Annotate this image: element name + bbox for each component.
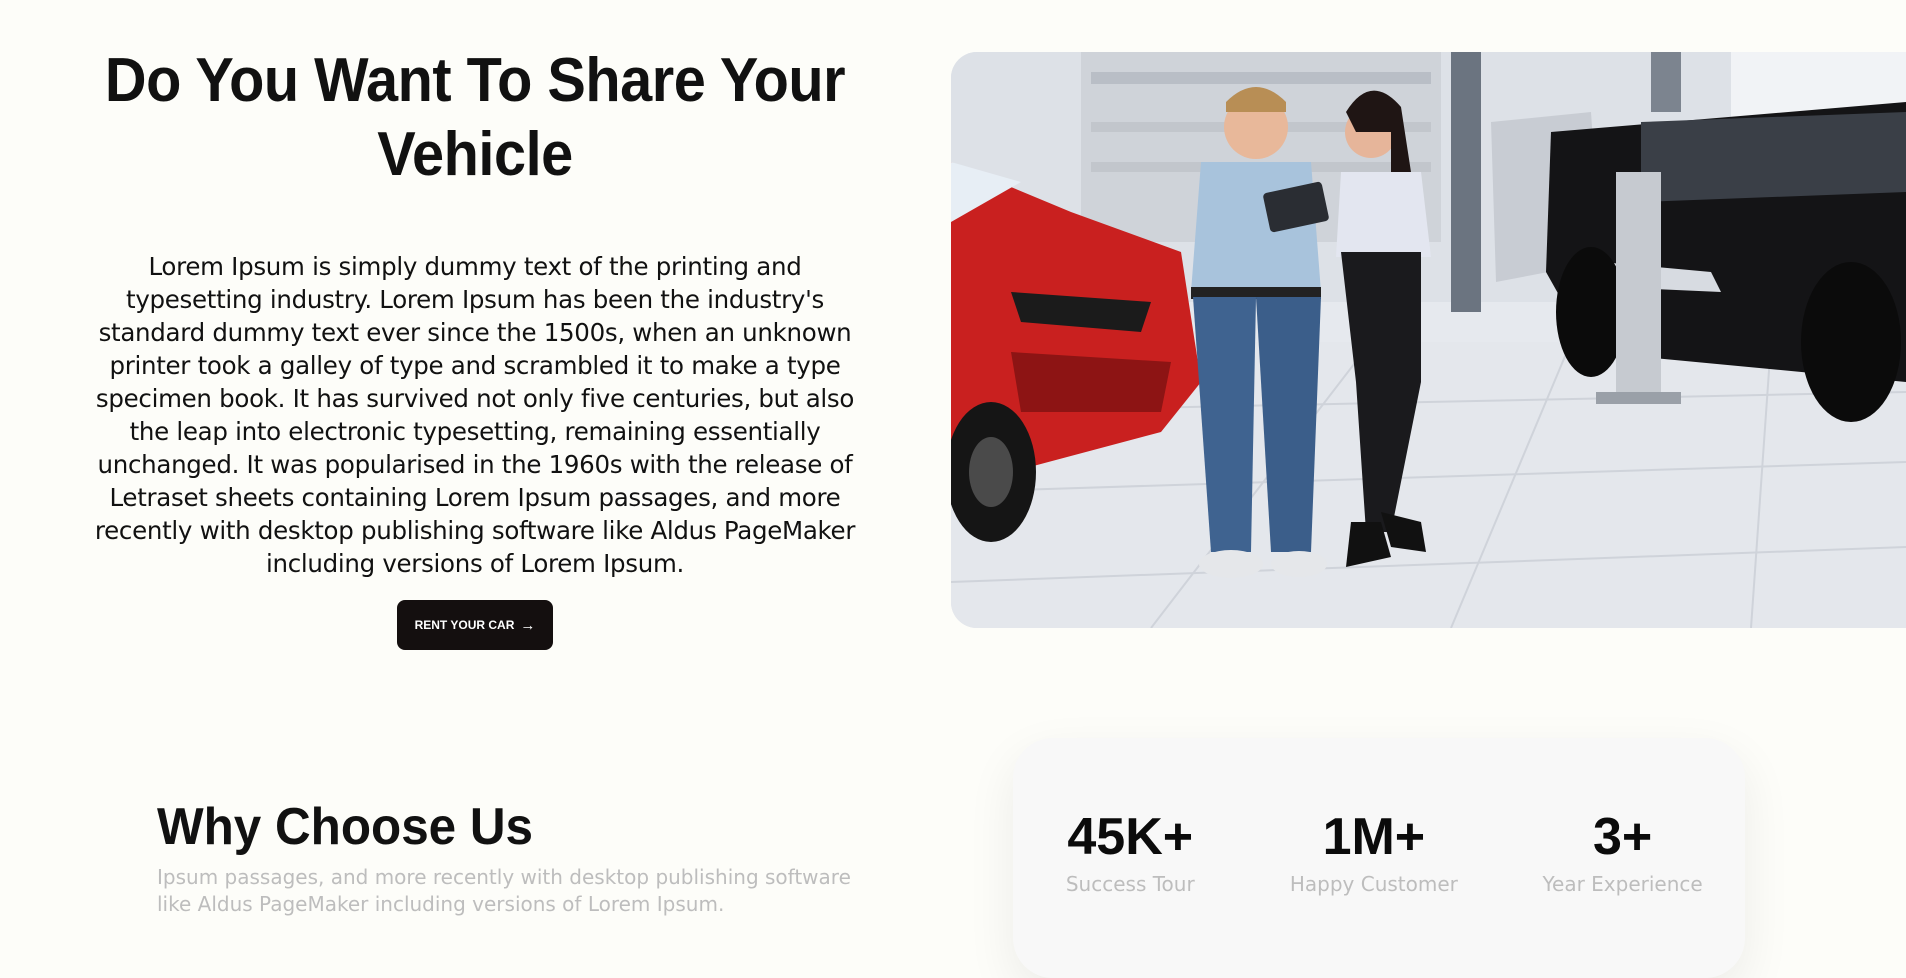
why-choose-us-section: Why Choose Us Ipsum passages, and more r…: [157, 798, 857, 918]
why-choose-us-title: Why Choose Us: [157, 798, 534, 856]
arrow-right-icon: →: [520, 616, 536, 634]
stat-happy-customer: 1M+ Happy Customer: [1290, 808, 1458, 978]
hero-photo-car-showroom: [951, 52, 1906, 628]
stat-label: Success Tour: [1065, 872, 1195, 896]
stats-card: 45K+ Success Tour 1M+ Happy Customer 3+ …: [1013, 738, 1745, 978]
rent-your-car-button[interactable]: RENT YOUR CAR →: [396, 600, 554, 650]
why-choose-us-subtitle: Ipsum passages, and more recently with d…: [157, 865, 851, 916]
hero-section: Do You Want To Share Your Vehicle Lorem …: [70, 44, 880, 650]
stat-label: Year Experience: [1542, 872, 1703, 896]
stat-value: 1M+: [1322, 808, 1426, 866]
rent-button-label: RENT YOUR CAR: [414, 618, 515, 632]
stat-value: 45K+: [1067, 808, 1194, 866]
stat-year-experience: 3+ Year Experience: [1542, 808, 1702, 978]
hero-title: Do You Want To Share Your Vehicle: [104, 46, 846, 189]
stat-success-tour: 45K+ Success Tour: [1055, 808, 1205, 978]
stat-value: 3+: [1592, 808, 1653, 866]
stat-label: Happy Customer: [1289, 872, 1458, 896]
hero-description: Lorem Ipsum is simply dummy text of the …: [94, 252, 856, 578]
